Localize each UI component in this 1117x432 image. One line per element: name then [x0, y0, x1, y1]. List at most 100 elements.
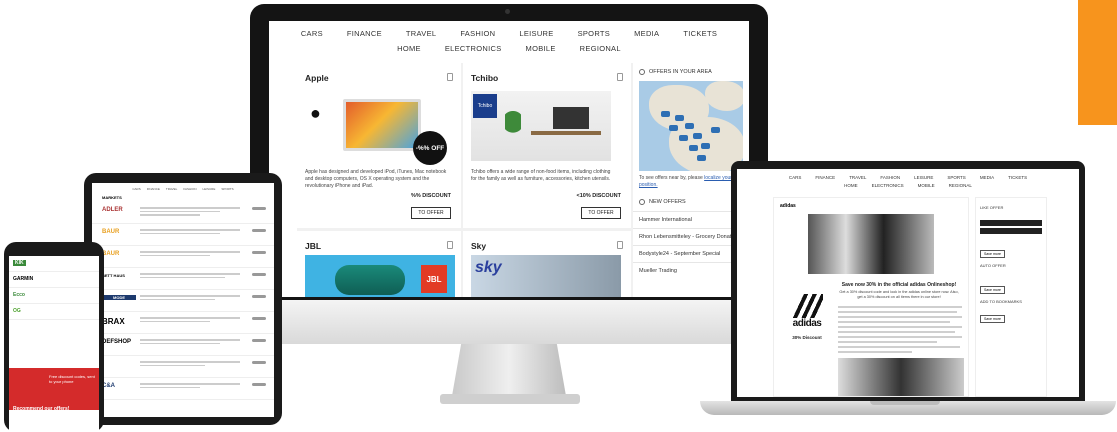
map-marker-icon[interactable]	[701, 143, 710, 149]
nav-link-leisure[interactable]: LEISURE	[519, 29, 553, 38]
nav-link-cars[interactable]: CARS	[301, 29, 323, 38]
monitor-foot	[440, 394, 580, 404]
map-marker-icon[interactable]	[697, 155, 706, 161]
map-marker-icon[interactable]	[661, 111, 670, 117]
offer-card-sky[interactable]: Sky sky	[463, 231, 631, 297]
adidas-secondary-image	[838, 358, 964, 396]
offers-area-header: OFFERS IN YOUR AREA	[633, 63, 749, 81]
desk-screen-illustration	[553, 107, 589, 129]
banner-text: Free discount codes, sent to your phone	[49, 374, 95, 384]
brand-logo: ADLER	[102, 207, 123, 213]
map-marker-icon[interactable]	[689, 145, 698, 151]
to-offer-button[interactable]: TO OFFER	[581, 207, 621, 219]
orange-corner-tab	[1078, 0, 1117, 125]
to-offer-button[interactable]: TO OFFER	[411, 207, 451, 219]
nav-link-home[interactable]: HOME	[397, 44, 421, 53]
sky-logo: sky	[475, 259, 502, 276]
nav-link-regional[interactable]: REGIONAL	[580, 44, 621, 53]
map-marker-icon[interactable]	[679, 135, 688, 141]
list-item[interactable]: C&A	[92, 378, 274, 400]
nav-link-cars[interactable]: CARS	[789, 175, 802, 180]
map-marker-icon[interactable]	[669, 125, 678, 131]
tablet-nav: CARS FINANCE TRAVEL FASHION LEISURE SPOR…	[92, 183, 274, 193]
tab-nav-link[interactable]: CARS	[132, 187, 140, 191]
nav-link-tickets[interactable]: TICKETS	[1008, 175, 1027, 180]
save-more-button[interactable]: Save more	[980, 250, 1005, 258]
offer-card-apple[interactable]: Apple ● -%% OFF Apple has designed and d…	[297, 63, 461, 228]
status-badge	[252, 361, 266, 364]
map-marker-icon[interactable]	[675, 115, 684, 121]
tablet-section-title: MARKETS	[102, 195, 122, 200]
bookmark-icon[interactable]	[447, 241, 453, 249]
list-item[interactable]: MODE	[92, 290, 274, 312]
tab-nav-link[interactable]: SPORTS	[221, 187, 233, 191]
offer-brand-title: adidas	[780, 203, 796, 209]
save-more-button[interactable]: Save more	[980, 285, 1005, 294]
offers-map[interactable]	[639, 81, 743, 171]
nav-link-fashion[interactable]: FASHION	[460, 29, 495, 38]
nav-link-media[interactable]: MEDIA	[980, 175, 994, 180]
nav-link-mobile[interactable]: MOBILE	[526, 44, 556, 53]
main-nav-row-1: CARS FINANCE TRAVEL FASHION LEISURE SPOR…	[269, 29, 749, 38]
tab-nav-link[interactable]: TRAVEL	[166, 187, 177, 191]
nav-link-sports[interactable]: SPORTS	[578, 29, 611, 38]
bookmark-icon[interactable]	[447, 73, 453, 81]
status-badge	[252, 207, 266, 210]
list-item[interactable]: GARMIN	[9, 272, 99, 288]
laptop-offer-sidebar: LIKE OFFER Save more AUTO OFFER Save mor…	[975, 197, 1047, 397]
nav-link-travel[interactable]: TRAVEL	[849, 175, 866, 180]
nav-link-media[interactable]: MEDIA	[634, 29, 659, 38]
nav-link-regional[interactable]: REGIONAL	[949, 183, 972, 188]
status-badge	[252, 273, 266, 276]
nav-link-sports[interactable]: SPORTS	[947, 175, 965, 180]
brand-logo: OG	[13, 308, 21, 314]
app-promo-banner[interactable]: Free discount codes, sent to your phone	[9, 368, 99, 410]
nav-link-electronics[interactable]: ELECTRONICS	[445, 44, 502, 53]
tab-nav-link[interactable]: LEISURE	[203, 187, 216, 191]
phone-screen: KIK GARMIN Ecco OG Free discount codes, …	[9, 256, 99, 432]
bookmark-icon[interactable]	[617, 241, 623, 249]
laptop-screen: CARS FINANCE TRAVEL FASHION LEISURE SPOR…	[737, 169, 1079, 397]
apple-offer-image: ● -%% OFF	[305, 91, 447, 165]
card-brand-title: Tchibo	[471, 73, 499, 83]
nav-link-leisure[interactable]: LEISURE	[914, 175, 933, 180]
list-item[interactable]: BAUR	[92, 224, 274, 246]
nav-link-home[interactable]: HOME	[844, 183, 858, 188]
list-item[interactable]: BETT HAUS	[92, 268, 274, 290]
nav-link-tickets[interactable]: TICKETS	[683, 29, 717, 38]
tab-nav-link[interactable]: FASHION	[183, 187, 196, 191]
bookmark-icon[interactable]	[617, 73, 623, 81]
offer-card-tchibo[interactable]: Tchibo Tchibo Tchibo offers a wide range…	[463, 63, 631, 228]
tab-nav-link[interactable]: FINANCE	[147, 187, 160, 191]
list-item[interactable]: BRAX	[92, 312, 274, 334]
list-item[interactable]: KIK	[9, 256, 99, 272]
list-item[interactable]: DEFSHOP	[92, 334, 274, 356]
card-description: Apple has designed and developed iPod, i…	[305, 169, 447, 189]
monitor-stand	[452, 344, 566, 396]
list-item[interactable]: Ecco	[9, 288, 99, 304]
save-more-button[interactable]: Save more	[980, 314, 1005, 323]
nav-link-electronics[interactable]: ELECTRONICS	[872, 183, 904, 188]
nav-link-mobile[interactable]: MOBILE	[918, 183, 935, 188]
nav-link-travel[interactable]: TRAVEL	[406, 29, 436, 38]
tablet-screen: CARS FINANCE TRAVEL FASHION LEISURE SPOR…	[92, 183, 274, 417]
map-marker-icon[interactable]	[693, 133, 702, 139]
adidas-discount: 30% Discount	[792, 335, 822, 340]
list-item[interactable]: BAUR	[92, 246, 274, 268]
brand-logo: C&A	[102, 383, 115, 389]
nav-link-finance[interactable]: FINANCE	[347, 29, 382, 38]
desktop-screen: CARS FINANCE TRAVEL FASHION LEISURE SPOR…	[269, 21, 749, 297]
list-item[interactable]: OG	[9, 304, 99, 320]
nav-link-fashion[interactable]: FASHION	[880, 175, 900, 180]
like-button[interactable]	[980, 219, 1042, 226]
map-marker-icon[interactable]	[685, 123, 694, 129]
apple-logo-icon: ●	[310, 103, 321, 123]
share-button[interactable]	[980, 227, 1042, 234]
nav-link-finance[interactable]: FINANCE	[815, 175, 835, 180]
status-badge	[252, 339, 266, 342]
list-item[interactable]	[92, 356, 274, 378]
list-item[interactable]: ADLER	[92, 202, 274, 224]
item-text	[140, 229, 240, 236]
offer-card-jbl[interactable]: JBL JBL	[297, 231, 461, 297]
map-marker-icon[interactable]	[711, 127, 720, 133]
